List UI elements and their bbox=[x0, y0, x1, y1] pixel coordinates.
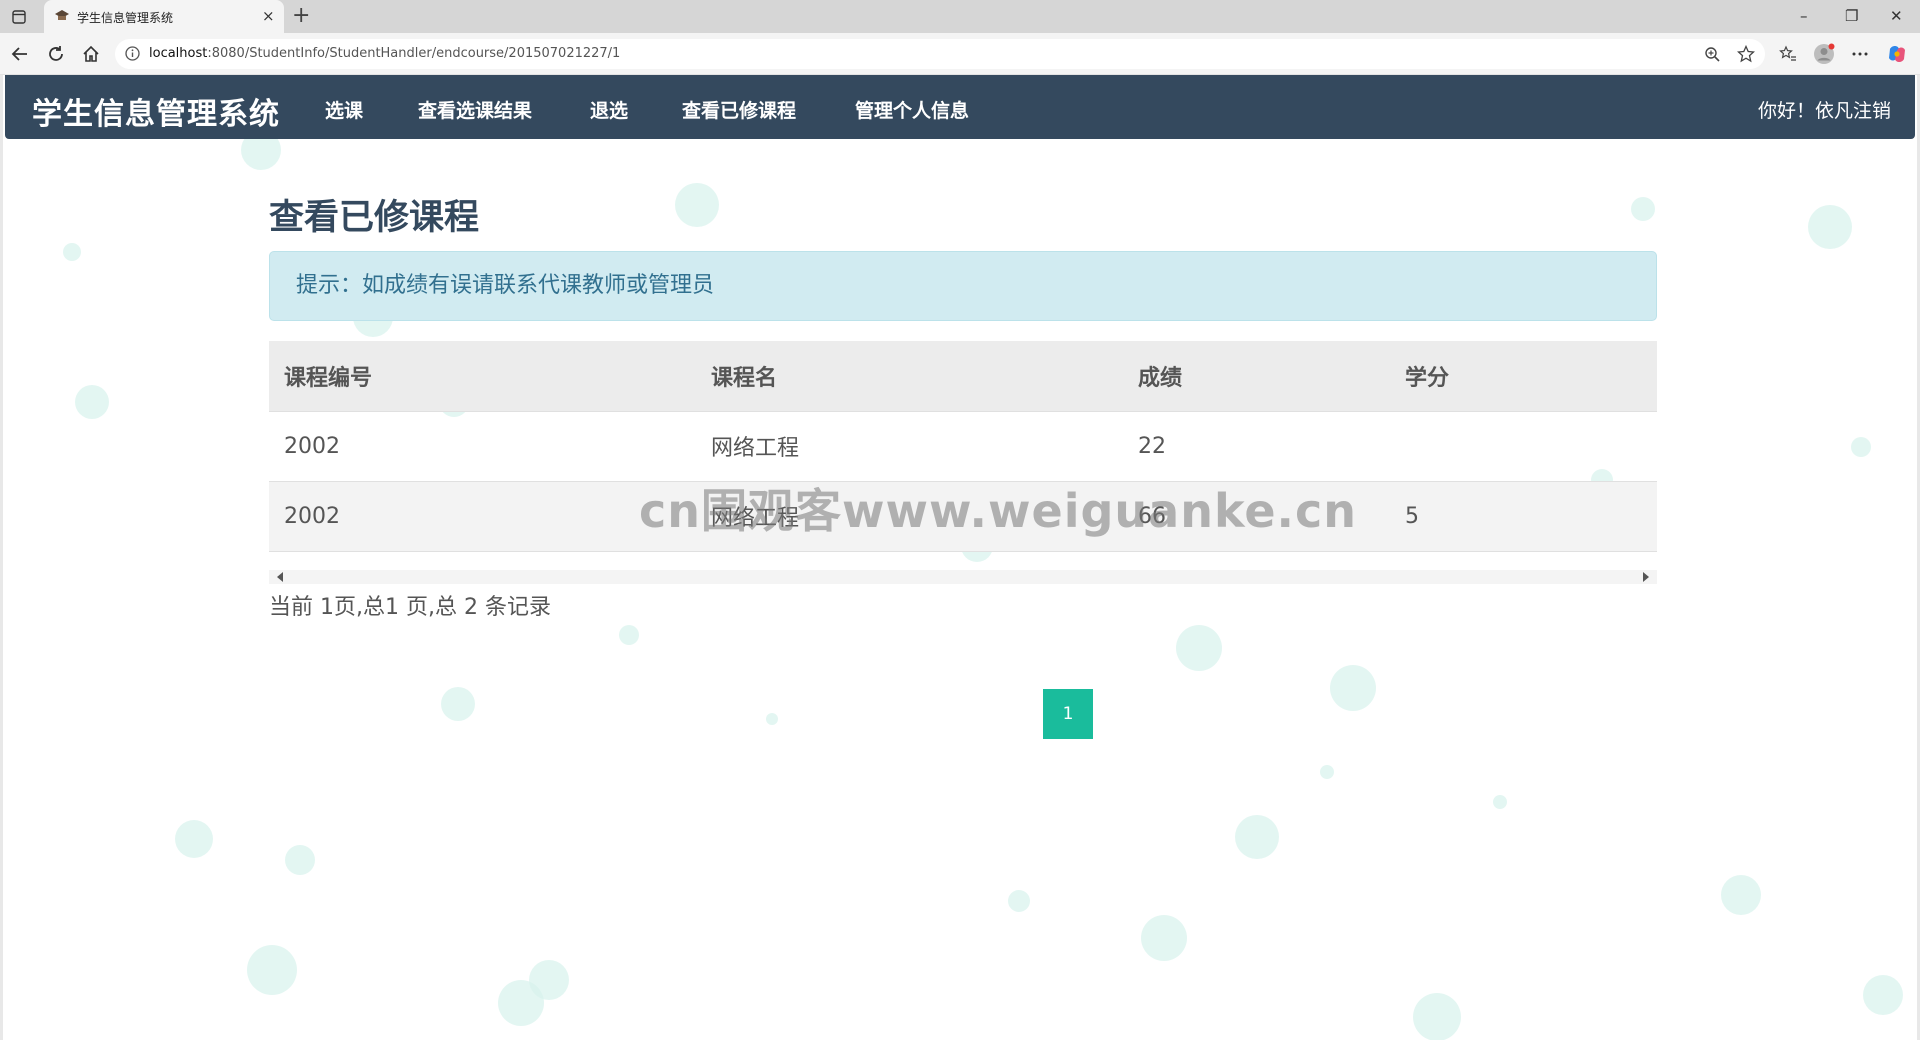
column-header-score: 成绩 bbox=[1123, 341, 1390, 411]
greeting-logout-link[interactable]: 你好！依凡注销 bbox=[1758, 96, 1891, 123]
background-bubble bbox=[1413, 993, 1461, 1040]
scroll-right-icon[interactable] bbox=[1643, 571, 1649, 582]
new-tab-button[interactable]: + bbox=[292, 5, 310, 27]
column-header-credits: 学分 bbox=[1390, 341, 1657, 411]
background-bubble bbox=[1141, 915, 1187, 961]
nav-link-drop-course[interactable]: 退选 bbox=[590, 96, 628, 123]
cell-course-name: 网络工程 bbox=[696, 410, 1123, 481]
tab-title: 学生信息管理系统 bbox=[77, 11, 174, 25]
browser-toolbar: localhost:8080/StudentInfo/StudentHandle… bbox=[0, 33, 1920, 75]
table-row: 2002 网络工程 22 bbox=[269, 410, 1657, 481]
reload-icon[interactable] bbox=[44, 42, 68, 66]
page-viewport: 学生信息管理系统 选课 查看选课结果 退选 查看已修课程 管理个人信息 你好！依… bbox=[0, 75, 1920, 1040]
watermark-text: cn围观客www.weiguanke.cn bbox=[639, 484, 1358, 538]
cell-course-id: 2002 bbox=[269, 410, 696, 481]
copilot-icon[interactable] bbox=[1885, 42, 1909, 66]
page-button-current[interactable]: 1 bbox=[1043, 689, 1093, 739]
site-navbar: 学生信息管理系统 选课 查看选课结果 退选 查看已修课程 管理个人信息 你好！依… bbox=[5, 75, 1915, 139]
background-bubble bbox=[1808, 205, 1852, 249]
background-bubble bbox=[75, 385, 109, 419]
graduation-cap-icon bbox=[54, 8, 70, 24]
background-bubble bbox=[1863, 975, 1903, 1015]
background-bubble bbox=[1721, 875, 1761, 915]
cell-credits bbox=[1390, 410, 1657, 481]
background-bubble bbox=[1493, 795, 1507, 809]
cell-score: 22 bbox=[1123, 410, 1390, 481]
zoom-icon[interactable] bbox=[1700, 42, 1724, 66]
cell-course-id: 2002 bbox=[269, 480, 696, 552]
back-arrow-icon[interactable] bbox=[8, 42, 32, 66]
pagination-info: 当前 1页,总1 页,总 2 条记录 bbox=[269, 594, 551, 620]
favorite-star-icon[interactable] bbox=[1734, 42, 1758, 66]
background-bubble bbox=[441, 687, 475, 721]
background-bubble bbox=[1320, 765, 1334, 779]
tab-close-icon[interactable]: × bbox=[262, 7, 275, 25]
more-menu-icon[interactable] bbox=[1848, 42, 1872, 66]
favorites-list-icon[interactable] bbox=[1776, 42, 1800, 66]
address-bar[interactable]: localhost:8080/StudentInfo/StudentHandle… bbox=[115, 39, 1765, 69]
tab-actions-icon[interactable] bbox=[8, 6, 30, 28]
minimize-button[interactable]: – bbox=[1800, 7, 1808, 25]
background-bubble bbox=[1330, 665, 1376, 711]
info-alert: 提示：如成绩有误请联系代课教师或管理员 bbox=[269, 251, 1657, 321]
main-content: 查看已修课程 提示：如成绩有误请联系代课教师或管理员 课程编号 课程名 成绩 学… bbox=[269, 193, 1657, 739]
nav-link-select-course[interactable]: 选课 bbox=[325, 96, 363, 123]
site-brand[interactable]: 学生信息管理系统 bbox=[32, 89, 280, 133]
background-bubble bbox=[529, 960, 569, 1000]
site-info-icon[interactable] bbox=[125, 46, 140, 65]
home-icon[interactable] bbox=[79, 42, 103, 66]
background-bubble bbox=[63, 243, 81, 261]
background-bubble bbox=[247, 945, 297, 995]
background-bubble bbox=[1235, 815, 1279, 859]
browser-tab[interactable]: 学生信息管理系统 × bbox=[44, 0, 284, 33]
restore-button[interactable]: ❐ bbox=[1845, 7, 1858, 25]
table-header-row: 课程编号 课程名 成绩 学分 bbox=[269, 341, 1657, 411]
scroll-left-icon[interactable] bbox=[277, 571, 283, 582]
nav-link-completed-courses[interactable]: 查看已修课程 bbox=[682, 96, 796, 123]
nav-link-manage-profile[interactable]: 管理个人信息 bbox=[855, 96, 969, 123]
column-header-course-name: 课程名 bbox=[696, 341, 1123, 411]
page-title: 查看已修课程 bbox=[269, 198, 480, 238]
background-bubble bbox=[1176, 625, 1222, 671]
browser-tab-bar: 学生信息管理系统 × + – ❐ ✕ bbox=[0, 0, 1920, 33]
close-window-button[interactable]: ✕ bbox=[1890, 7, 1903, 25]
profile-avatar-icon[interactable] bbox=[1812, 42, 1836, 66]
horizontal-scrollbar[interactable] bbox=[269, 569, 1657, 584]
background-bubble bbox=[619, 625, 639, 645]
column-header-course-id: 课程编号 bbox=[269, 341, 696, 411]
background-bubble bbox=[766, 713, 778, 725]
background-bubble bbox=[1008, 890, 1030, 912]
background-bubble bbox=[285, 845, 315, 875]
nav-link-view-selection-results[interactable]: 查看选课结果 bbox=[418, 96, 532, 123]
background-bubble bbox=[175, 820, 213, 858]
cell-credits: 5 bbox=[1390, 480, 1657, 552]
background-bubble bbox=[1851, 437, 1871, 457]
url-text: localhost:8080/StudentInfo/StudentHandle… bbox=[149, 46, 621, 61]
